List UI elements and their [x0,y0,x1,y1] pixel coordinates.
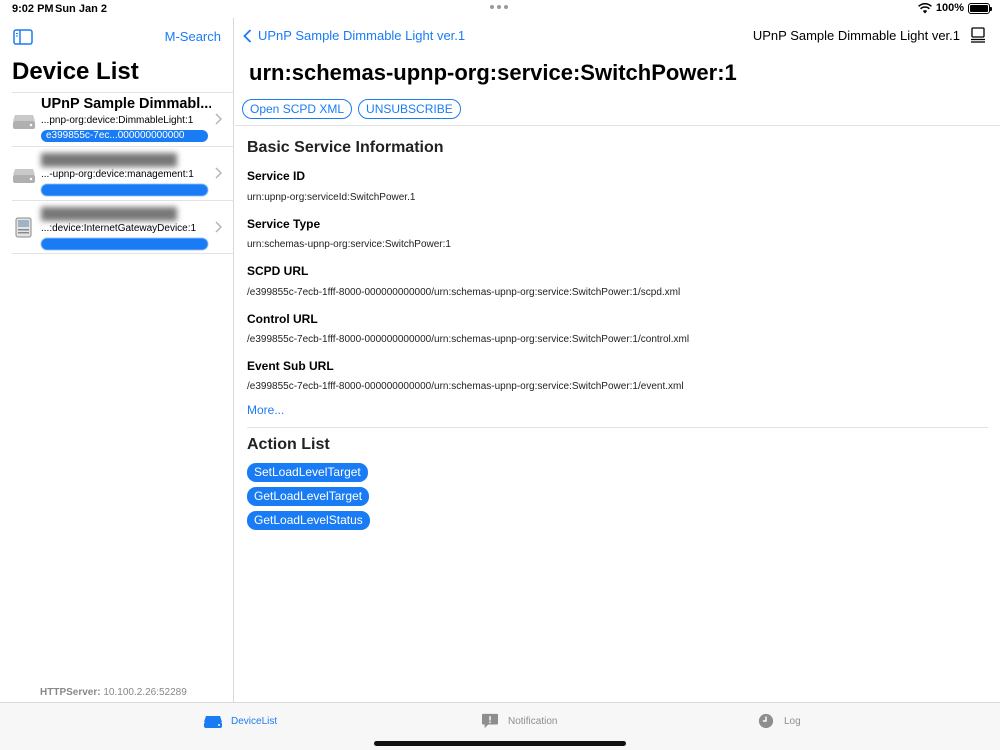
device-uuid-badge: e399855c-7ec...000000000000 [41,130,208,142]
field-value-service-type: urn:schemas-upnp-org:service:SwitchPower… [247,239,451,250]
field-label-service-type: Service Type [247,217,321,231]
battery-icon [968,2,992,14]
open-scpd-xml-button[interactable]: Open SCPD XML [242,99,353,119]
battery-percent: 100% [935,2,964,14]
tab-label: Notification [508,715,558,727]
status-date: Sun Jan 2 [55,3,107,15]
wifi-icon [917,2,932,13]
back-button[interactable]: UPnP Sample Dimmable Light ver.1 [243,28,465,43]
device-type: ...:device:InternetGatewayDevice:1 [41,223,197,234]
field-value-scpd-url: /e399855c-7ecb-1fff-8000-000000000000/ur… [247,287,681,298]
chevron-right-icon [215,113,222,125]
field-value-service-id: urn:upnp-org:serviceId:SwitchPower.1 [247,192,416,203]
device-uuid-badge [41,184,208,196]
service-detail: UPnP Sample Dimmable Light ver.1 UPnP Sa… [235,18,1000,702]
action-list: SetLoadLevelTarget GetLoadLevelTarget Ge… [247,463,370,530]
chevron-right-icon [215,221,222,233]
device-list: UPnP Sample Dimmabl... ...pnp-org:device… [12,92,234,254]
nav-right-title: UPnP Sample Dimmable Light ver.1 [752,28,960,43]
multitasking-dots-icon[interactable] [490,2,510,12]
action-button-get-load-level-status[interactable]: GetLoadLevelStatus [247,511,370,530]
chevron-left-icon [243,28,252,43]
tab-label: Log [784,715,801,727]
status-indicators: 100% [917,2,992,14]
more-link[interactable]: More... [247,403,284,417]
back-label: UPnP Sample Dimmable Light ver.1 [258,28,466,43]
status-bar: 9:02 PM Sun Jan 2 100% [0,0,1000,18]
device-name-redacted: ████████████████ [41,153,178,167]
clock-icon [758,713,774,729]
http-server-value: 10.100.2.26:52289 [103,687,187,698]
tab-log[interactable]: Log [756,713,801,729]
notification-icon [482,713,498,729]
service-title: urn:schemas-upnp-org:service:SwitchPower… [249,60,737,85]
sidebar-title: Device List [12,58,139,85]
field-label-event-sub-url: Event Sub URL [247,359,334,373]
unsubscribe-button[interactable]: UNSUBSCRIBE [358,99,461,119]
device-row[interactable]: ████████████████ ...:device:InternetGate… [12,200,234,254]
tab-notification[interactable]: Notification [480,713,557,729]
field-label-control-url: Control URL [247,312,318,326]
device-info-icon[interactable] [970,27,986,43]
field-label-scpd-url: SCPD URL [247,264,309,278]
action-button-get-load-level-target[interactable]: GetLoadLevelTarget [247,487,370,506]
divider [247,427,988,428]
sidebar-toggle-icon[interactable] [13,29,33,45]
field-label-service-id: Service ID [247,169,306,183]
router-device-icon [15,217,32,238]
device-list-icon [204,716,222,728]
device-type: ...-upnp-org:device:management:1 [41,169,194,180]
sidebar: M-Search Device List UPnP Sample Dimmabl… [0,18,234,702]
http-server-info: HTTPServer: 10.100.2.26:52289 [40,687,187,698]
device-name: UPnP Sample Dimmabl... [41,96,211,112]
m-search-button[interactable]: M-Search [165,29,221,44]
device-drive-icon [13,169,35,183]
device-drive-icon [13,115,35,129]
device-uuid-badge [41,238,208,250]
chevron-right-icon [215,167,222,179]
field-value-control-url: /e399855c-7ecb-1fff-8000-000000000000/ur… [247,334,690,345]
tab-label: DeviceList [231,715,278,727]
action-list-heading: Action List [247,436,330,453]
basic-info-heading: Basic Service Information [247,139,444,156]
field-value-event-sub-url: /e399855c-7ecb-1fff-8000-000000000000/ur… [247,381,684,392]
status-time: 9:02 PM [12,3,54,15]
device-row[interactable]: UPnP Sample Dimmabl... ...pnp-org:device… [12,92,234,146]
tab-device-list[interactable]: DeviceList [203,713,277,729]
device-name-redacted: ████████████████ [41,207,178,221]
home-indicator[interactable] [374,741,626,746]
divider [235,125,1000,126]
device-type: ...pnp-org:device:DimmableLight:1 [41,115,194,126]
action-button-set-load-level-target[interactable]: SetLoadLevelTarget [247,463,368,482]
service-actions: Open SCPD XML UNSUBSCRIBE [242,99,461,119]
device-row[interactable]: ████████████████ ...-upnp-org:device:man… [12,146,234,200]
http-server-label: HTTPServer: [40,687,101,698]
